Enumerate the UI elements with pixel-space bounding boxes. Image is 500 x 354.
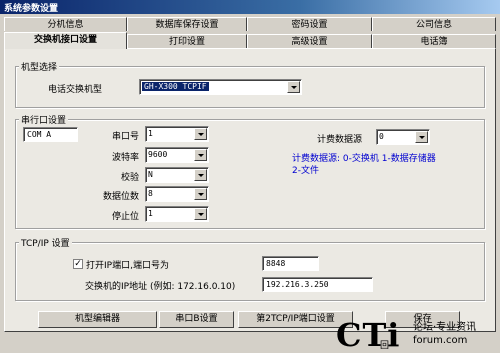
- watermark-logo: CTi: [336, 316, 401, 354]
- serial-group-label: 串行口设置: [19, 113, 69, 126]
- billing-hint-line2: 2-文件: [292, 166, 319, 176]
- ip-address-input[interactable]: 192.216.3.250: [262, 277, 373, 292]
- tcp-group-label: TCP/IP 设置: [19, 236, 72, 249]
- tab-switch-interface[interactable]: 交换机接口设置: [4, 32, 127, 49]
- watermark-line1: 论坛·专业资讯: [413, 322, 477, 333]
- model-label: 电话交换机型: [48, 85, 103, 95]
- chevron-down-icon[interactable]: [415, 131, 428, 143]
- stopbits-select[interactable]: 1: [145, 206, 209, 222]
- billing-hint-line1: 计费数据源: 0-交换机 1-数据存储器: [292, 154, 436, 164]
- ip-address-label: 交换机的IP地址 (例如: 172.16.0.10): [85, 282, 236, 292]
- tab-extension-info[interactable]: 分机信息: [4, 17, 127, 31]
- stopbits-label: 停止位: [112, 212, 140, 222]
- model-editor-button[interactable]: 机型编辑器: [38, 311, 157, 328]
- title-bar[interactable]: 系统参数设置: [0, 0, 500, 14]
- model-group-label: 机型选择: [19, 60, 60, 73]
- baud-select-value: 9600: [148, 150, 168, 159]
- port-label: 串口号: [112, 132, 140, 142]
- parity-select[interactable]: N: [145, 167, 209, 183]
- baud-label: 波特率: [112, 153, 140, 163]
- tab-company-info[interactable]: 公司信息: [372, 17, 496, 31]
- port-select[interactable]: 1: [145, 126, 209, 142]
- databits-label: 数据位数: [103, 192, 140, 202]
- databits-select[interactable]: 8: [145, 186, 209, 202]
- tab-password[interactable]: 密码设置: [247, 17, 372, 31]
- tab-advanced[interactable]: 高级设置: [247, 34, 372, 48]
- baud-select[interactable]: 9600: [145, 147, 209, 163]
- watermark-line2: forum.com: [413, 335, 468, 346]
- chevron-down-icon[interactable]: [194, 128, 207, 140]
- parity-label: 校验: [121, 173, 140, 183]
- billing-source-label: 计费数据源: [317, 135, 363, 145]
- open-port-label: 打开IP端口,端口号为: [86, 261, 169, 271]
- chevron-down-icon[interactable]: [194, 208, 207, 220]
- chevron-down-icon[interactable]: [287, 81, 300, 93]
- window-title: 系统参数设置: [4, 4, 59, 14]
- settings-window: 系统参数设置 分机信息 数据库保存设置 密码设置 公司信息 交换机接口设置 打印…: [0, 0, 500, 354]
- databits-select-value: 8: [148, 189, 153, 198]
- model-select-value: GH-X300 TCPIF: [142, 82, 209, 91]
- chevron-down-icon[interactable]: [194, 149, 207, 161]
- port-select-value: 1: [148, 129, 153, 138]
- billing-source-select-value: 0: [379, 132, 384, 141]
- tab-phonebook[interactable]: 电话簿: [372, 34, 496, 48]
- chevron-down-icon[interactable]: [194, 188, 207, 200]
- ip-port-input[interactable]: 8848: [262, 256, 319, 271]
- tab-panel: 机型选择 电话交换机型 GH-X300 TCPIF 串行口设置 COM A 串口…: [4, 48, 496, 332]
- tab-print[interactable]: 打印设置: [127, 34, 247, 48]
- billing-source-select[interactable]: 0: [376, 129, 430, 145]
- tcp-group: [15, 242, 485, 301]
- chevron-down-icon[interactable]: [194, 169, 207, 181]
- open-port-checkbox[interactable]: ✓: [73, 259, 83, 269]
- tab-database-save[interactable]: 数据库保存设置: [127, 17, 247, 31]
- stopbits-select-value: 1: [148, 209, 153, 218]
- serial-b-button[interactable]: 串口B设置: [159, 311, 234, 328]
- parity-select-value: N: [148, 170, 153, 179]
- model-select[interactable]: GH-X300 TCPIF: [139, 79, 302, 95]
- com-name-field: COM A: [23, 127, 78, 142]
